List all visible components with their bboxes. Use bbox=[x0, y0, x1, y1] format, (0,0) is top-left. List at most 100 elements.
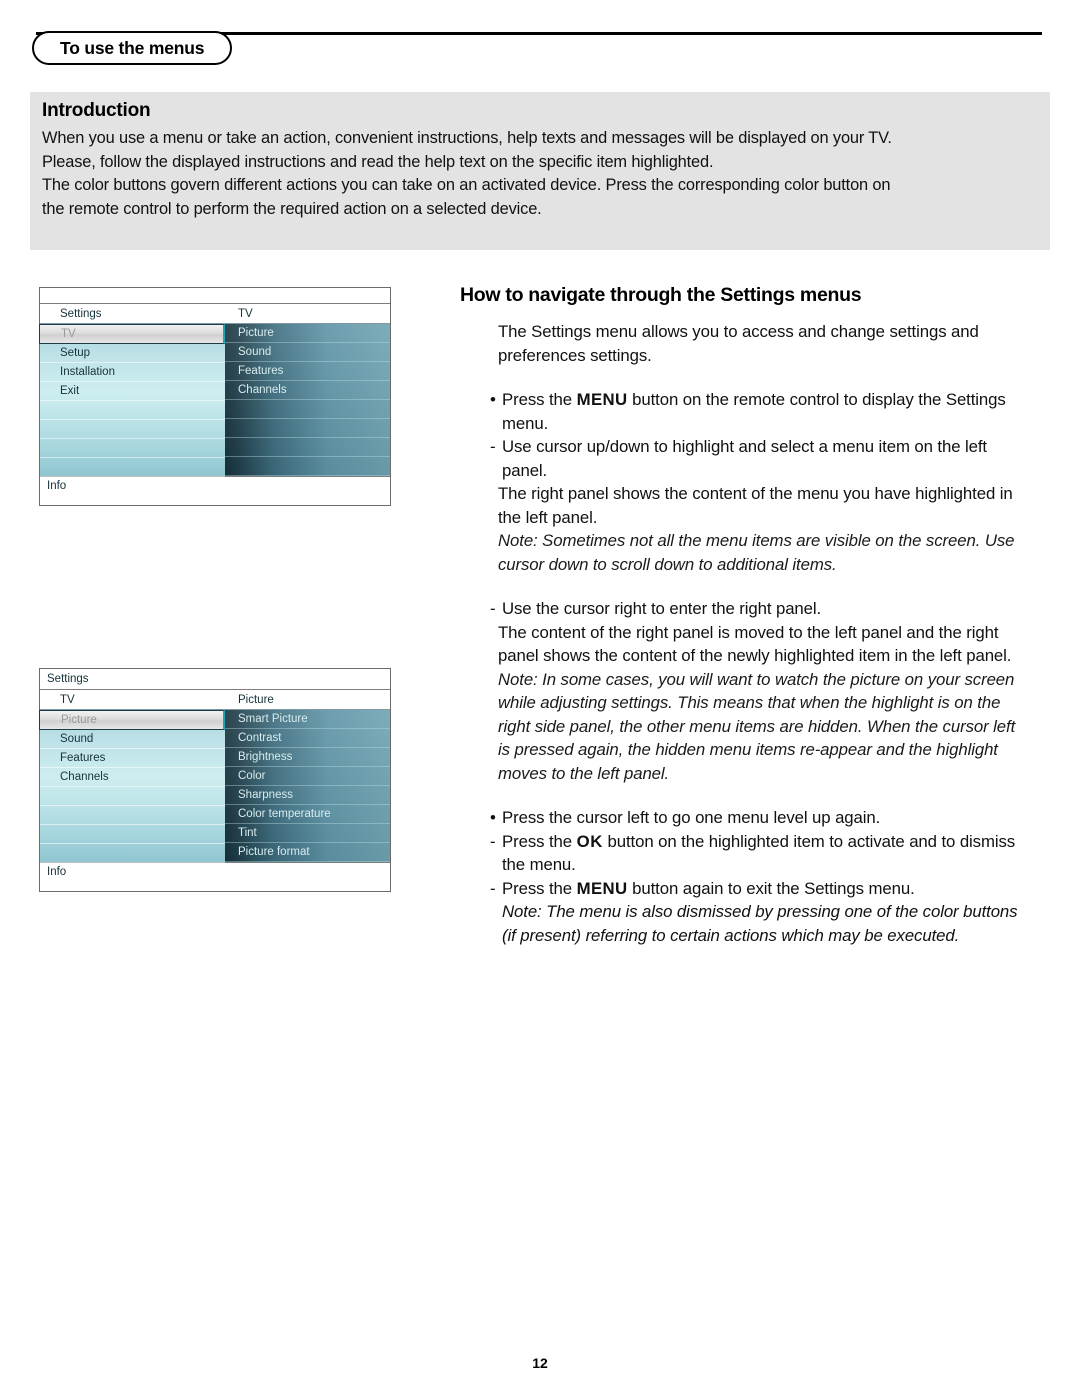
instruction-cursor-right: - Use the cursor right to enter the righ… bbox=[490, 597, 1030, 621]
tv-menu-2-left-item[interactable]: Features bbox=[40, 749, 225, 768]
tv-menu-1-topbar bbox=[40, 288, 390, 304]
tv-menu-1-left-item[interactable]: TV bbox=[39, 324, 225, 344]
instruction-post: button again to exit the Settings menu. bbox=[627, 878, 915, 898]
paragraph-content-moved: The content of the right panel is moved … bbox=[498, 622, 1012, 666]
instruction-text: Press the cursor left to go one menu lev… bbox=[502, 808, 881, 827]
note-color-buttons: Note: The menu is also dismissed by pres… bbox=[502, 902, 1018, 945]
tv-menu-1-left-item[interactable]: Installation bbox=[40, 363, 225, 382]
page-number: 12 bbox=[532, 1355, 548, 1371]
tv-menu-1-right-item[interactable]: Features bbox=[225, 362, 390, 381]
tv-menu-1-column-headers: Settings TV bbox=[40, 304, 390, 324]
tv-menu-1-left-header-cell: Settings bbox=[40, 304, 225, 323]
tv-menu-1-right-empty-row bbox=[225, 400, 390, 419]
tv-menu-1-left-panel: TV Setup Installation Exit bbox=[39, 324, 225, 477]
tv-menu-2-right-item[interactable]: Color bbox=[225, 767, 390, 786]
tv-menu-2-left-item[interactable]: Picture bbox=[39, 710, 225, 730]
introduction-line: Please, follow the displayed instruction… bbox=[42, 152, 714, 171]
note-scroll-items: Note: Sometimes not all the menu items a… bbox=[498, 531, 1015, 574]
instruction-pre: Press the bbox=[502, 878, 577, 898]
tv-menu-2-left-empty-row bbox=[40, 844, 225, 863]
tv-menu-2-right-panel: Smart Picture Contrast Brightness Color … bbox=[225, 710, 390, 862]
tv-menu-1-right-header-label: TV bbox=[238, 307, 253, 320]
tv-menu-2-left-panel: Picture Sound Features Channels bbox=[39, 710, 225, 863]
tv-menu-1-left-empty-row bbox=[40, 401, 225, 420]
tv-menu-2-right-header-cell: Picture bbox=[225, 690, 390, 709]
tv-menu-1-right-panel: Picture Sound Features Channels bbox=[225, 324, 390, 476]
tv-menu-1-right-empty-row bbox=[225, 457, 390, 476]
tv-menu-2-left-empty-row bbox=[40, 787, 225, 806]
tv-menu-2-left-empty-row bbox=[40, 825, 225, 844]
tv-menu-2-right-item[interactable]: Contrast bbox=[225, 729, 390, 748]
bullet-marker: - bbox=[490, 437, 496, 456]
introduction-line: When you use a menu or take an action, c… bbox=[42, 129, 892, 147]
tv-menu-1-left-item[interactable]: Setup bbox=[40, 344, 225, 363]
bullet-marker: • bbox=[490, 808, 496, 827]
paragraph-right-panel-content: The right panel shows the content of the… bbox=[498, 484, 1013, 527]
tv-menu-2-topbar: Settings bbox=[40, 669, 390, 690]
tv-menu-2-right-item[interactable]: Tint bbox=[225, 824, 390, 843]
instruction-cursor-updown: - Use cursor up/down to highlight and se… bbox=[490, 435, 1030, 482]
tv-settings-menu-screenshot-2: Settings TV Picture Picture Sound Featur… bbox=[39, 668, 391, 892]
tv-menu-2-right-item[interactable]: Color temperature bbox=[225, 805, 390, 824]
instruction-text: Use the cursor right to enter the right … bbox=[502, 599, 822, 618]
tv-menu-1-right-item[interactable]: Sound bbox=[225, 343, 390, 362]
instruction-text: Press the MENU button on the remote cont… bbox=[502, 388, 1030, 435]
tv-menu-2-right-item[interactable]: Smart Picture bbox=[225, 710, 390, 729]
section-intro-paragraph: The Settings menu allows you to access a… bbox=[498, 322, 979, 365]
tv-menu-2-right-item[interactable]: Picture format bbox=[225, 843, 390, 862]
instruction-cursor-left: • Press the cursor left to go one menu l… bbox=[490, 806, 1030, 830]
tv-menu-1-left-header-label: Settings bbox=[60, 307, 102, 320]
tv-menu-1-left-empty-row bbox=[40, 458, 225, 477]
instruction-pre: Press the bbox=[502, 390, 577, 409]
section-title: How to navigate through the Settings men… bbox=[460, 284, 862, 306]
tv-menu-2-right-item[interactable]: Brightness bbox=[225, 748, 390, 767]
chapter-tab: To use the menus bbox=[32, 31, 233, 65]
tv-menu-2-left-header-cell: TV bbox=[40, 690, 225, 709]
key-label-menu: MENU bbox=[576, 878, 628, 898]
key-label-menu: MENU bbox=[576, 390, 628, 409]
introduction-title: Introduction bbox=[42, 100, 151, 121]
bullet-marker: - bbox=[490, 599, 496, 618]
tv-menu-2-left-item[interactable]: Channels bbox=[40, 768, 225, 787]
instruction-pre: Press the bbox=[502, 831, 577, 851]
navigate-section: How to navigate through the Settings men… bbox=[460, 284, 1030, 947]
introduction-panel: Introduction When you use a menu or take… bbox=[30, 92, 1050, 250]
tv-menu-1-footer-label: Info bbox=[47, 480, 67, 492]
tv-menu-1-right-header-cell: TV bbox=[225, 304, 390, 323]
tv-menu-1-left-empty-row bbox=[40, 420, 225, 439]
tv-menu-1-footer: Info bbox=[40, 476, 390, 505]
tv-menu-1-right-item[interactable]: Channels bbox=[225, 381, 390, 400]
bullet-marker: - bbox=[490, 831, 496, 851]
tv-menu-2-right-header-label: Picture bbox=[238, 693, 274, 706]
introduction-line: The color buttons govern different actio… bbox=[42, 176, 891, 194]
tv-menu-1-right-empty-row bbox=[225, 438, 390, 457]
introduction-line: the remote control to perform the requir… bbox=[42, 199, 542, 218]
tv-menu-2-left-header-label: TV bbox=[60, 693, 75, 706]
tv-menu-1-left-empty-row bbox=[40, 439, 225, 458]
tv-menu-2-topbar-label: Settings bbox=[47, 673, 89, 685]
note-color-buttons-row: Note: The menu is also dismissed by pres… bbox=[490, 900, 1030, 947]
instruction-text: Press the OK button on the highlighted i… bbox=[502, 830, 1030, 877]
bullet-marker: - bbox=[490, 878, 496, 898]
bullet-marker-empty bbox=[490, 900, 502, 947]
instruction-menu-button: • Press the MENU button on the remote co… bbox=[490, 388, 1030, 435]
tv-menu-2-left-item[interactable]: Sound bbox=[40, 730, 225, 749]
tv-menu-2-left-empty-row bbox=[40, 806, 225, 825]
tv-menu-2-footer: Info bbox=[40, 862, 390, 891]
chapter-tab-label: To use the menus bbox=[60, 37, 205, 58]
note-watch-picture: Note: In some cases, you will want to wa… bbox=[498, 669, 1016, 783]
tv-menu-2-right-item[interactable]: Sharpness bbox=[225, 786, 390, 805]
tv-menu-2-column-headers: TV Picture bbox=[40, 690, 390, 710]
tv-settings-menu-screenshot-1: Settings TV TV Setup Installation Exit P… bbox=[39, 287, 391, 506]
instruction-text: Use cursor up/down to highlight and sele… bbox=[502, 437, 987, 480]
tv-menu-1-right-empty-row bbox=[225, 419, 390, 438]
instruction-menu-exit: - Press the MENU button again to exit th… bbox=[490, 877, 1030, 901]
tv-menu-1-body: TV Setup Installation Exit Picture Sound… bbox=[39, 324, 390, 477]
instruction-text: Press the MENU button again to exit the … bbox=[502, 877, 1030, 901]
tv-menu-2-body: Picture Sound Features Channels Smart Pi… bbox=[39, 710, 390, 863]
instruction-ok-button: - Press the OK button on the highlighted… bbox=[490, 830, 1030, 877]
tv-menu-2-footer-label: Info bbox=[47, 866, 67, 878]
tv-menu-1-right-item[interactable]: Picture bbox=[225, 324, 390, 343]
tv-menu-1-left-item[interactable]: Exit bbox=[40, 382, 225, 401]
bullet-marker: • bbox=[490, 390, 496, 409]
